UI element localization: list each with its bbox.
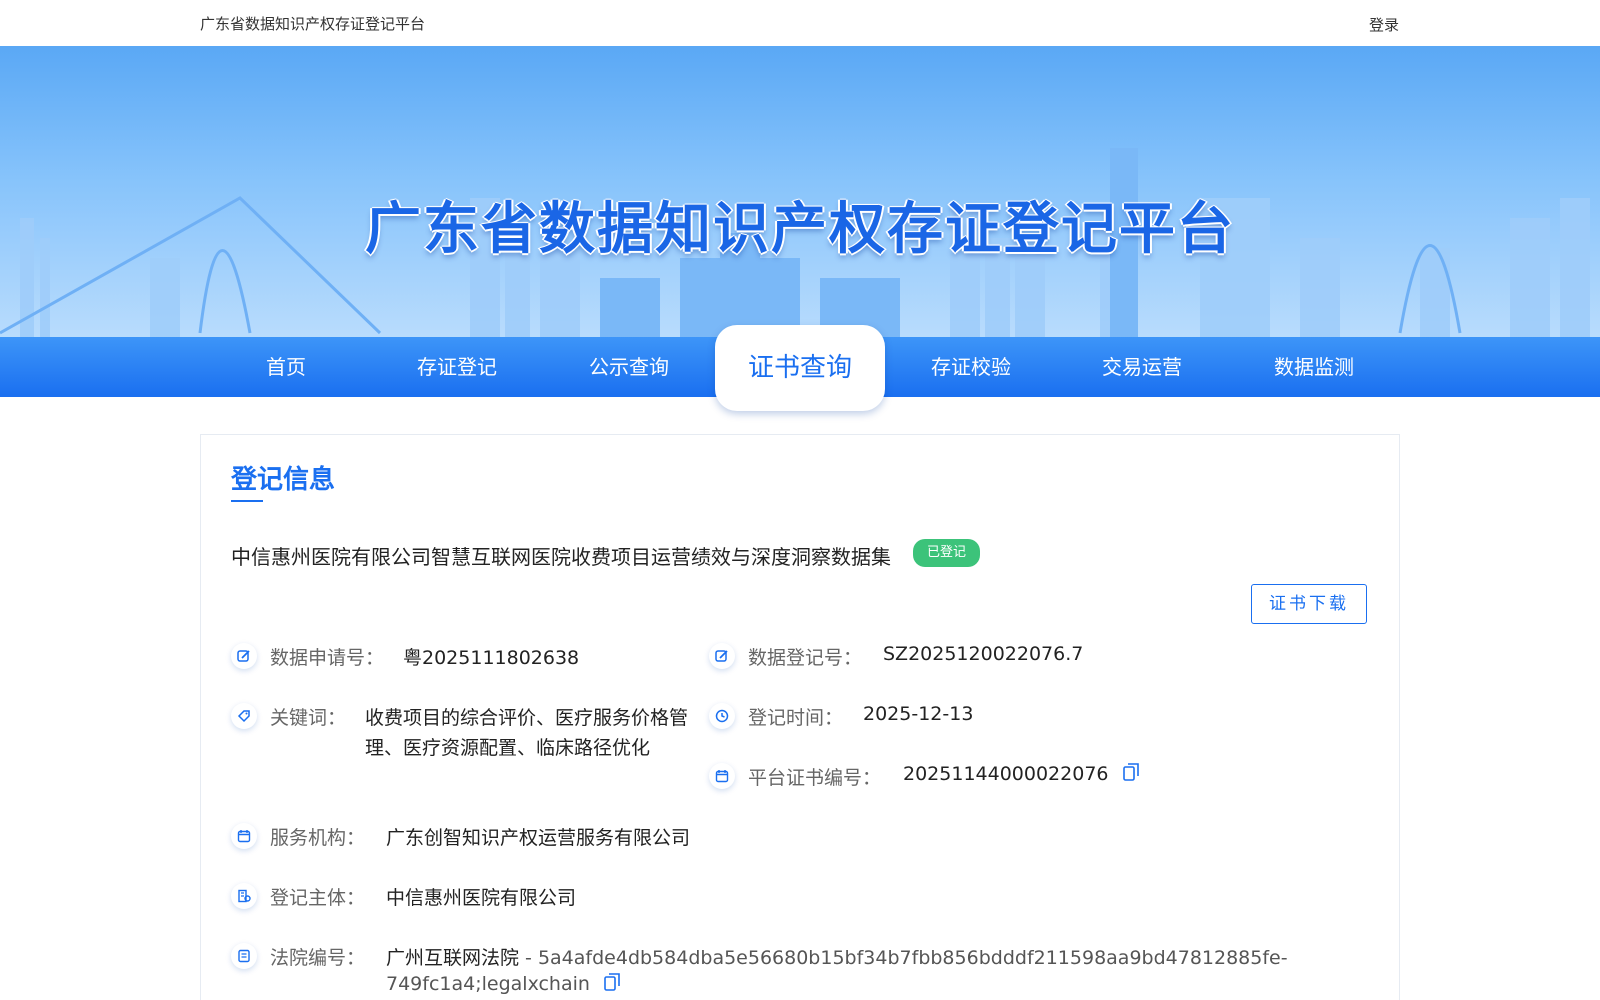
dataset-name: 中信惠州医院有限公司智慧互联网医院收费项目运营绩效与深度洞察数据集 [231, 545, 891, 569]
nav-data-monitoring[interactable]: 数据监测 [1239, 337, 1389, 397]
field-value: SZ2025120022076.7 [883, 643, 1084, 665]
nav-trade-operation[interactable]: 交易运营 [1067, 337, 1217, 397]
nav-home[interactable]: 首页 [211, 337, 361, 397]
field-value-line1: 收费项目的综合评价、医疗服务价格管 [365, 707, 689, 729]
main-nav: 首页 存证登记 公示查询 证书查询 存证校验 交易运营 数据监测 [0, 325, 1600, 411]
certificate-download-button[interactable]: 证书下载 [1251, 584, 1367, 624]
nav-certificate-query[interactable]: 证书查询 [715, 325, 885, 411]
field-label: 登记主体： [270, 887, 366, 909]
field-label: 关键词： [270, 707, 347, 729]
field-value: 广东创智知识产权运营服务有限公司 [386, 827, 691, 849]
tag-icon [231, 703, 257, 729]
field-value-line2: 理、医疗资源配置、临床路径优化 [365, 737, 651, 759]
nav-public-query[interactable]: 公示查询 [554, 337, 704, 397]
calendar-icon [231, 823, 257, 849]
edit-icon [231, 643, 257, 669]
edit-icon [709, 643, 735, 669]
field-value: 20251144000022076 [903, 763, 1109, 785]
field-value-line2: 749fc1a4;legalxchain [386, 973, 620, 996]
top-bar: 广东省数据知识产权存证登记平台 登录 [0, 0, 1600, 46]
registration-info-card: 登记信息 中信惠州医院有限公司智慧互联网医院收费项目运营绩效与深度洞察数据集 已… [200, 434, 1400, 1000]
site-name: 广东省数据知识产权存证登记平台 [200, 15, 426, 33]
calendar-icon [709, 763, 735, 789]
login-link[interactable]: 登录 [1369, 14, 1399, 35]
copy-icon[interactable] [1122, 763, 1139, 786]
nav-evidence-verification[interactable]: 存证校验 [896, 337, 1046, 397]
document-icon [231, 943, 257, 969]
field-label: 登记时间： [748, 707, 844, 729]
banner-title: 广东省数据知识产权存证登记平台 [365, 197, 1235, 262]
court-hash-part1: - 5a4afde4db584dba5e56680b15bf34b7fbb856… [519, 947, 1288, 969]
field-label: 数据登记号： [748, 647, 863, 669]
field-label: 法院编号： [270, 947, 366, 969]
field-value: 粤2025111802638 [403, 647, 580, 669]
building-icon [231, 883, 257, 909]
field-value: 中信惠州医院有限公司 [386, 887, 577, 909]
hero-banner: 广东省数据知识产权存证登记平台 [0, 46, 1600, 338]
clock-icon [709, 703, 735, 729]
section-title-underline [231, 500, 263, 502]
field-label: 平台证书编号： [748, 767, 882, 789]
field-label: 数据申请号： [270, 647, 385, 669]
field-value: 2025-12-13 [863, 703, 974, 725]
section-title: 登记信息 [231, 465, 336, 495]
copy-icon[interactable] [604, 973, 620, 996]
field-value-wrap: 20251144000022076 [903, 763, 1139, 786]
court-name: 广州互联网法院 [386, 947, 520, 969]
field-label: 服务机构： [270, 827, 366, 849]
court-hash-part2: 749fc1a4;legalxchain [386, 973, 590, 995]
nav-evidence-registration[interactable]: 存证登记 [382, 337, 532, 397]
status-badge: 已登记 [913, 539, 981, 567]
field-value-line1: 广州互联网法院 - 5a4afde4db584dba5e56680b15bf34… [386, 943, 1288, 970]
